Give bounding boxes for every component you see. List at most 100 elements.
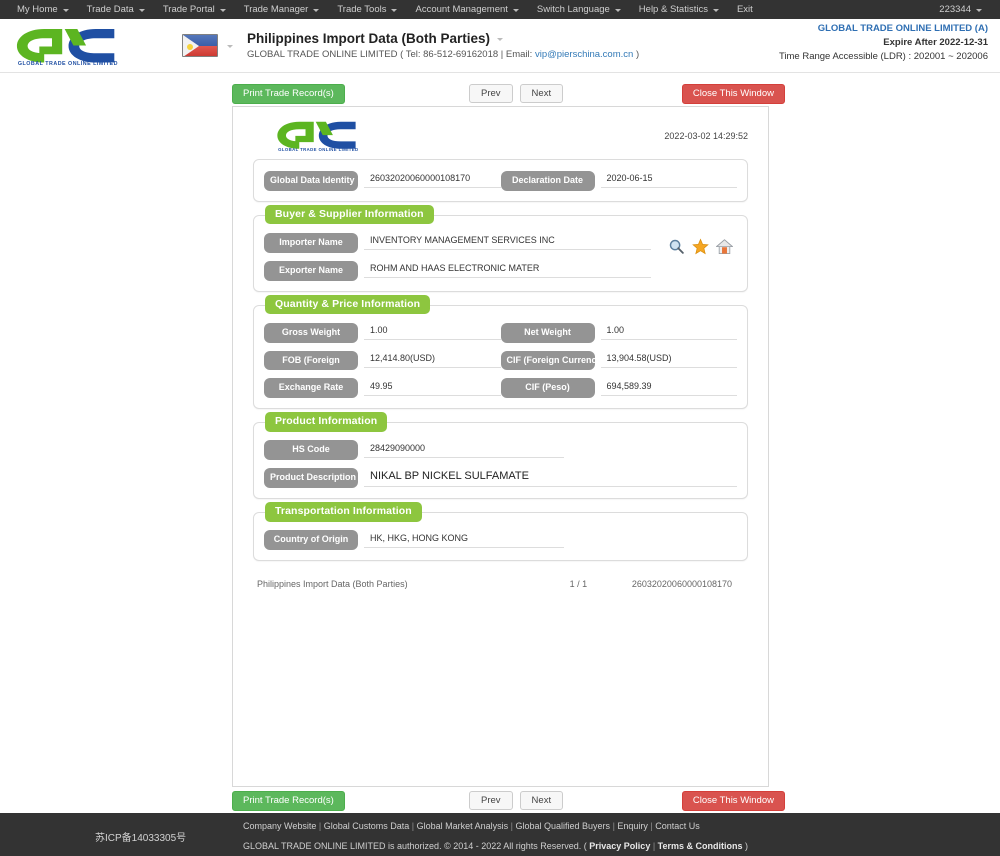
exporter-name-value: ROHM AND HAAS ELECTRONIC MATER bbox=[364, 263, 651, 279]
exchange-rate-label: Exchange Rate bbox=[264, 378, 358, 399]
prev-button-top[interactable]: Prev bbox=[469, 83, 513, 104]
nav-label: My Home bbox=[17, 4, 58, 15]
account-expiry: Expire After 2022-12-31 bbox=[883, 37, 988, 48]
fob-foreign-field: FOB (Foreign 12,414.80(USD) bbox=[264, 350, 501, 371]
gross-weight-label: Gross Weight bbox=[264, 322, 358, 343]
close-window-button-bottom[interactable]: Close This Window bbox=[681, 791, 785, 811]
account-name[interactable]: GLOBAL TRADE ONLINE LIMITED (A) bbox=[779, 23, 988, 34]
exporter-name-label: Exporter Name bbox=[264, 260, 358, 281]
close-window-button-top[interactable]: Close This Window bbox=[681, 84, 785, 104]
net-weight-value: 1.00 bbox=[600, 325, 737, 341]
page-body: GLOBAL TRADE ONLINE LIMITED 2022-03-02 1… bbox=[0, 106, 1000, 788]
print-trade-records-button-bottom[interactable]: Print Trade Record(s) bbox=[232, 791, 345, 811]
search-icon[interactable] bbox=[668, 238, 685, 255]
sheet-gto-logo: GLOBAL TRADE ONLINE LIMITED bbox=[275, 119, 365, 152]
record-action-icons bbox=[668, 238, 733, 255]
nav-item-trade-tools[interactable]: Trade Tools bbox=[328, 4, 406, 15]
footer-copyright: GLOBAL TRADE ONLINE LIMITED is authorize… bbox=[243, 840, 749, 851]
exchange-rate-field: Exchange Rate 49.95 bbox=[264, 378, 501, 399]
hs-code-label: HS Code bbox=[264, 440, 358, 461]
country-selector[interactable] bbox=[182, 34, 233, 57]
action-bar-bottom: Print Trade Record(s) Prev Next Close Th… bbox=[0, 788, 1000, 813]
sheet-header: GLOBAL TRADE ONLINE LIMITED 2022-03-02 1… bbox=[245, 117, 756, 159]
net-weight-label: Net Weight bbox=[500, 322, 595, 343]
country-of-origin-value: HK, HKG, HONG KONG bbox=[364, 533, 564, 548]
action-bar-top: Print Trade Record(s) Prev Next Close Th… bbox=[0, 81, 1000, 106]
contact-email[interactable]: vip@pierschina.com.cn bbox=[535, 49, 633, 60]
site-footer: 苏ICP备14033305号 Company Website | Global … bbox=[0, 813, 1000, 856]
page-title[interactable]: Philippines Import Data (Both Parties) bbox=[247, 31, 639, 46]
chevron-down-icon bbox=[227, 45, 233, 48]
company-contact-line: GLOBAL TRADE ONLINE LIMITED ( Tel: 86-51… bbox=[247, 49, 639, 60]
footer-link-global-qualified-buyers[interactable]: Global Qualified Buyers bbox=[516, 821, 611, 831]
rate-cif-peso-row: Exchange Rate 49.95 CIF (Peso) 694,589.3… bbox=[264, 378, 737, 399]
weight-row: Gross Weight 1.00 Net Weight 1.00 bbox=[264, 322, 737, 343]
nav-item-trade-portal[interactable]: Trade Portal bbox=[154, 4, 235, 15]
identity-row: Global Data Identity 2603202006000010817… bbox=[264, 171, 737, 191]
copyright-text: GLOBAL TRADE ONLINE LIMITED is authorize… bbox=[243, 840, 590, 851]
nav-label: Trade Data bbox=[86, 4, 134, 15]
transportation-information-panel: Transportation Information Country of Or… bbox=[253, 502, 748, 562]
identity-panel: Global Data Identity 2603202006000010817… bbox=[253, 159, 748, 202]
cif-foreign-currency-value: 13,904.58(USD) bbox=[600, 353, 737, 368]
product-description-row: Product Description NIKAL BP NICKEL SULF… bbox=[264, 468, 737, 489]
nav-user-label: 223344 bbox=[939, 4, 971, 15]
quantity-price-heading: Quantity & Price Information bbox=[265, 294, 431, 315]
transportation-information-heading: Transportation Information bbox=[265, 502, 422, 522]
product-information-panel: Product Information HS Code 28429090000 … bbox=[253, 412, 748, 500]
country-of-origin-label: Country of Origin bbox=[264, 530, 358, 551]
footer-link-global-customs-data[interactable]: Global Customs Data bbox=[324, 821, 410, 831]
sheet-timestamp: 2022-03-02 14:29:52 bbox=[664, 131, 748, 141]
nav-item-my-home[interactable]: My Home bbox=[8, 4, 78, 15]
footer-link-contact-us[interactable]: Contact Us bbox=[655, 821, 700, 831]
hs-code-row: HS Code 28429090000 bbox=[264, 440, 737, 461]
copyright-suffix: ) bbox=[742, 840, 749, 851]
nav-label: Exit bbox=[736, 4, 753, 15]
star-icon[interactable] bbox=[692, 238, 709, 255]
home-icon[interactable] bbox=[716, 238, 733, 255]
gross-weight-field: Gross Weight 1.00 bbox=[264, 322, 501, 343]
country-of-origin-row: Country of Origin HK, HKG, HONG KONG bbox=[264, 530, 737, 551]
gto-logo[interactable]: GLOBAL TRADE ONLINE LIMITED bbox=[14, 26, 126, 66]
cif-peso-value: 694,589.39 bbox=[600, 381, 737, 396]
declaration-date-label: Declaration Date bbox=[500, 171, 595, 191]
philippines-flag-icon bbox=[182, 34, 218, 57]
declaration-date-field: Declaration Date 2020-06-15 bbox=[500, 171, 737, 191]
importer-row: Importer Name INVENTORY MANAGEMENT SERVI… bbox=[264, 232, 737, 253]
nav-item-help-statistics[interactable]: Help & Statistics bbox=[630, 4, 728, 15]
contact-suffix: ) bbox=[633, 49, 640, 60]
footer-content: Company Website | Global Customs Data | … bbox=[243, 821, 748, 851]
product-description-label: Product Description bbox=[264, 468, 358, 489]
chevron-down-icon bbox=[512, 9, 519, 12]
cif-peso-label: CIF (Peso) bbox=[500, 378, 595, 399]
chevron-down-icon bbox=[497, 38, 504, 41]
fob-cif-row: FOB (Foreign 12,414.80(USD) CIF (Foreign… bbox=[264, 350, 737, 371]
account-time-range: Time Range Accessible (LDR) : 202001 ~ 2… bbox=[778, 51, 988, 62]
nav-user-menu[interactable]: 223344 bbox=[929, 4, 992, 15]
declaration-date-value: 2020-06-15 bbox=[600, 173, 737, 189]
nav-label: Trade Manager bbox=[243, 4, 309, 15]
footer-link-enquiry[interactable]: Enquiry bbox=[617, 821, 648, 831]
nav-item-account-management[interactable]: Account Management bbox=[406, 4, 527, 15]
footer-link-company-website[interactable]: Company Website bbox=[243, 821, 316, 831]
next-button-top[interactable]: Next bbox=[519, 83, 564, 104]
footer-link-privacy-policy[interactable]: Privacy Policy bbox=[589, 841, 650, 851]
prev-button-bottom[interactable]: Prev bbox=[469, 790, 513, 811]
print-trade-records-button-top[interactable]: Print Trade Record(s) bbox=[232, 84, 345, 104]
cif-foreign-currency-label: CIF (Foreign Currency) bbox=[500, 350, 595, 371]
page-title-block: Philippines Import Data (Both Parties) G… bbox=[247, 31, 639, 60]
trade-record-sheet: GLOBAL TRADE ONLINE LIMITED 2022-03-02 1… bbox=[232, 106, 769, 787]
nav-label: Help & Statistics bbox=[638, 4, 708, 15]
svg-text:GLOBAL TRADE ONLINE LIMITED: GLOBAL TRADE ONLINE LIMITED bbox=[278, 147, 358, 152]
nav-item-trade-manager[interactable]: Trade Manager bbox=[235, 4, 329, 15]
fob-foreign-label: FOB (Foreign bbox=[264, 350, 358, 371]
footer-link-global-market-analysis[interactable]: Global Market Analysis bbox=[417, 821, 509, 831]
cif-foreign-currency-field: CIF (Foreign Currency) 13,904.58(USD) bbox=[500, 350, 737, 371]
nav-item-exit[interactable]: Exit bbox=[728, 4, 762, 15]
nav-item-switch-language[interactable]: Switch Language bbox=[528, 4, 630, 15]
chevron-down-icon bbox=[976, 9, 982, 12]
page-title-text: Philippines Import Data (Both Parties) bbox=[247, 31, 491, 46]
nav-item-trade-data[interactable]: Trade Data bbox=[78, 4, 154, 15]
footer-link-terms-conditions[interactable]: Terms & Conditions bbox=[658, 841, 743, 851]
next-button-bottom[interactable]: Next bbox=[519, 790, 564, 811]
